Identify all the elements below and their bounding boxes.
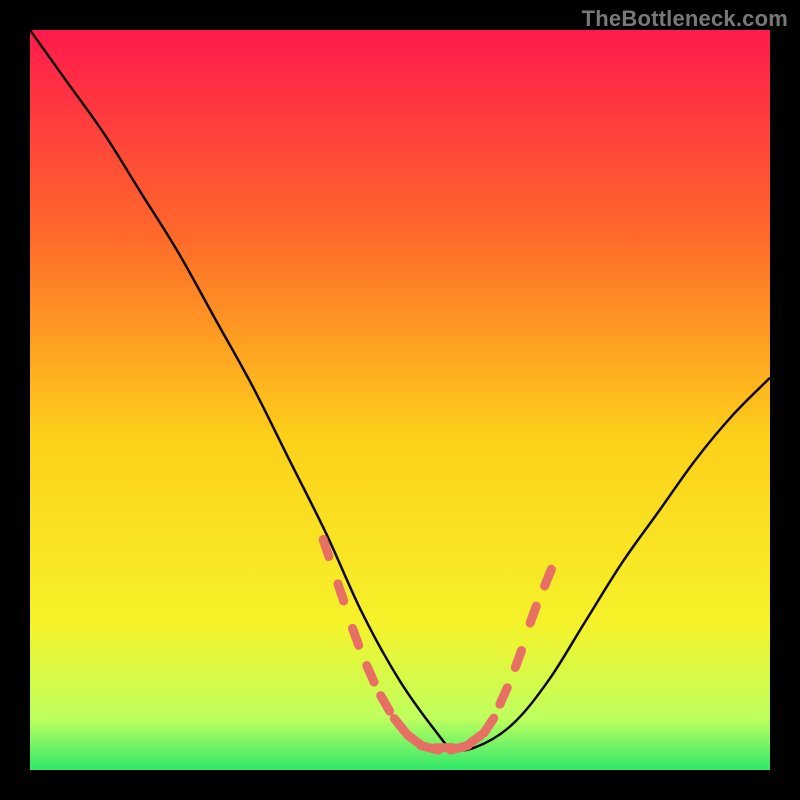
accent-tick [545, 569, 552, 586]
chart-frame [30, 30, 770, 770]
accent-tick [467, 735, 481, 746]
accent-tick [515, 651, 521, 668]
accent-tick [484, 718, 494, 733]
accent-tick [323, 539, 329, 556]
accent-tick [367, 666, 374, 682]
accent-tick [394, 719, 405, 733]
bottleneck-curve [30, 30, 770, 750]
accent-tick [381, 696, 390, 712]
accent-tick [338, 584, 344, 601]
accent-tick [530, 606, 536, 623]
bottleneck-curve-svg [30, 30, 770, 770]
accent-tick [500, 688, 507, 704]
accent-tick [353, 628, 359, 645]
watermark-text: TheBottleneck.com [582, 6, 788, 32]
